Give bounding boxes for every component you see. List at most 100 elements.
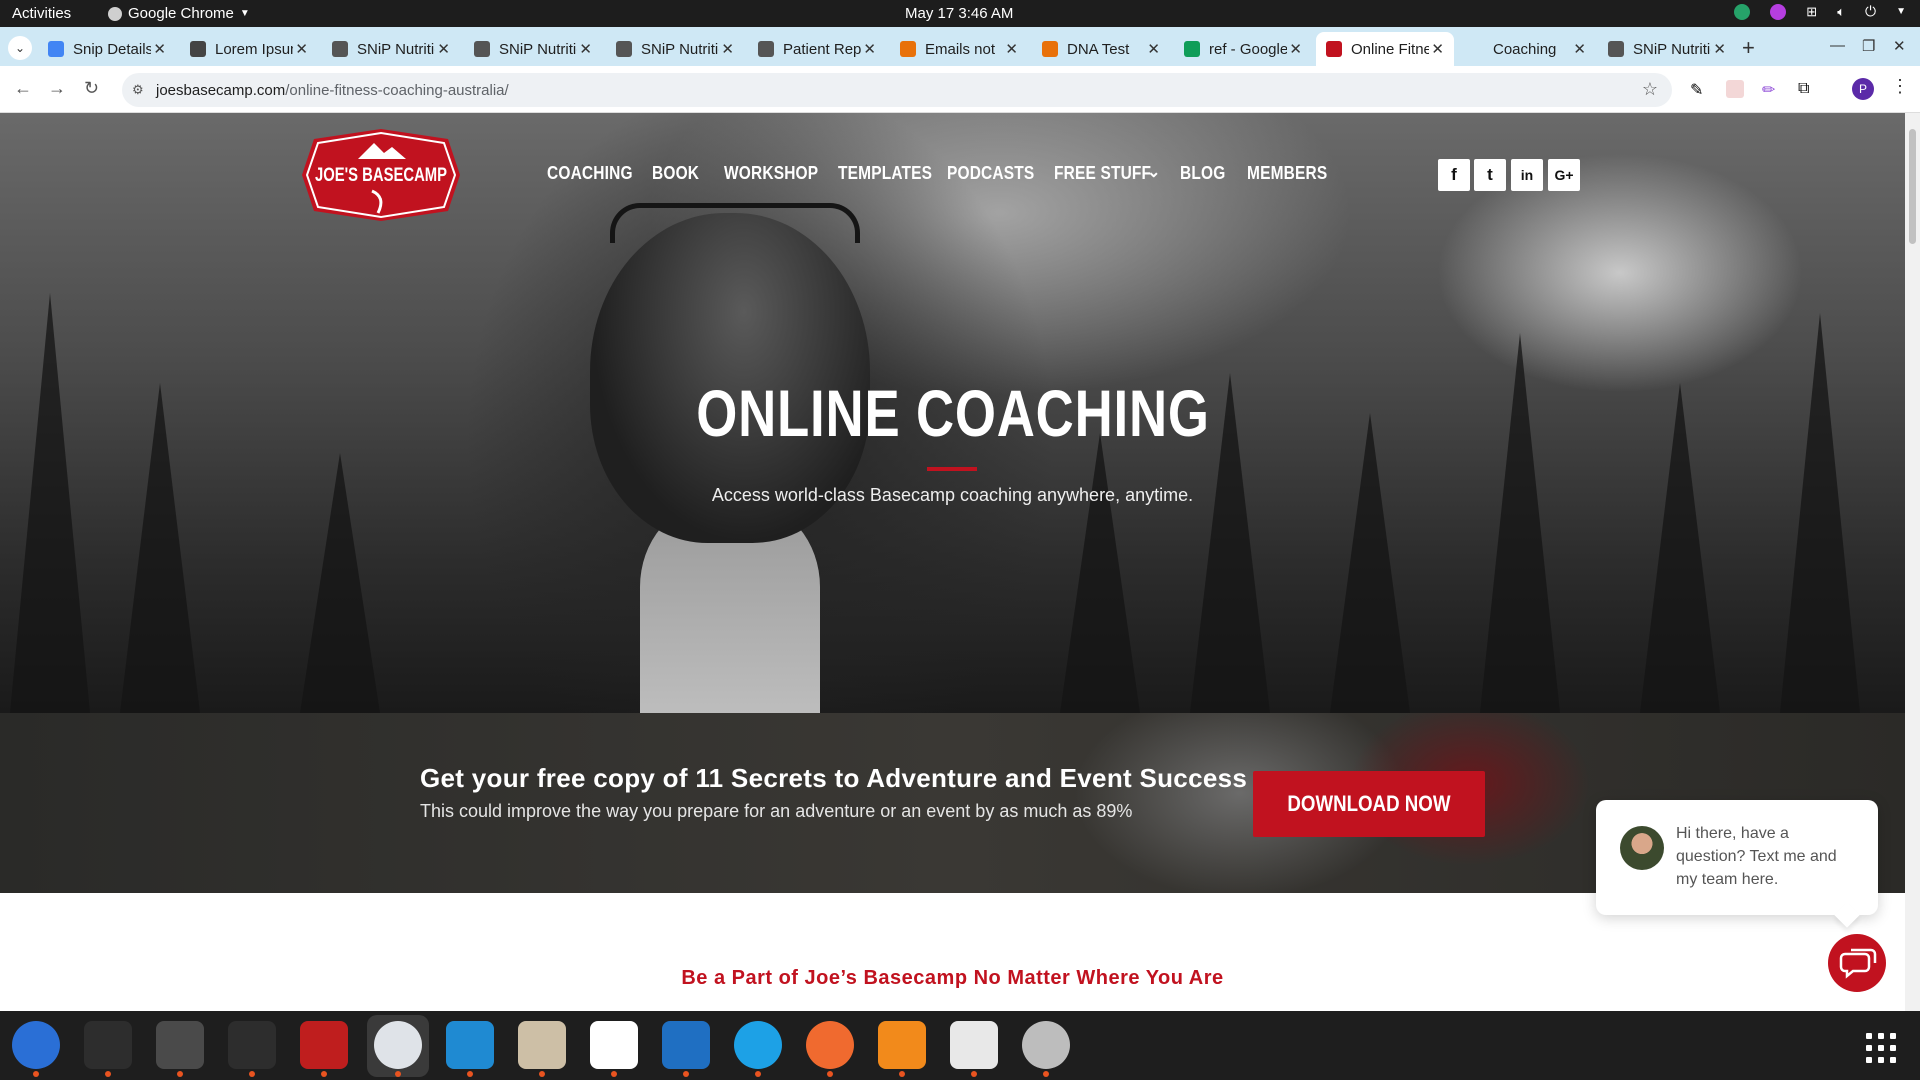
forward-arrow-icon[interactable]: → bbox=[48, 78, 66, 99]
files-icon[interactable] bbox=[518, 1021, 566, 1077]
chat-agent-avatar bbox=[1620, 826, 1664, 870]
browser-tab[interactable]: SNiP Nutrition✕ bbox=[1598, 32, 1736, 66]
tab-close-icon[interactable]: ✕ bbox=[295, 40, 308, 58]
skype-icon[interactable] bbox=[734, 1021, 782, 1077]
chat-launcher-button[interactable] bbox=[1828, 934, 1886, 992]
system-monitor-icon[interactable] bbox=[228, 1021, 276, 1077]
check-status-icon[interactable] bbox=[1734, 3, 1751, 20]
eyedropper-extension-icon[interactable]: ✎ bbox=[1690, 80, 1708, 99]
disk-icon[interactable] bbox=[1022, 1021, 1070, 1077]
google-plus-icon[interactable]: G+ bbox=[1548, 159, 1580, 191]
terminal-icon[interactable] bbox=[84, 1021, 132, 1077]
tab-favicon-icon bbox=[1326, 41, 1342, 57]
browser-tab[interactable]: Coaching ✕ bbox=[1458, 32, 1596, 66]
chrome-menu-icon[interactable]: ⋮ bbox=[1891, 76, 1909, 97]
chat-bubbles-icon bbox=[1839, 948, 1877, 979]
bookmark-star-icon[interactable]: ☆ bbox=[1642, 79, 1658, 100]
browser-tab[interactable]: DNA Test ✕ bbox=[1032, 32, 1170, 66]
new-tab-plus-icon[interactable]: + bbox=[1742, 35, 1755, 61]
calculator-icon[interactable] bbox=[156, 1021, 204, 1077]
caret-down-icon[interactable]: ▼ bbox=[1896, 6, 1906, 17]
tab-favicon-icon bbox=[1468, 41, 1484, 57]
browser-tab[interactable]: ref - Google ✕ bbox=[1174, 32, 1312, 66]
pen-extension-icon[interactable]: ✏ bbox=[1762, 80, 1780, 99]
chevron-down-icon[interactable]: ⌄ bbox=[1147, 162, 1160, 182]
browser-tab[interactable]: SNiP Nutrition✕ bbox=[322, 32, 460, 66]
tab-title: SNiP Nutrition bbox=[357, 40, 435, 58]
profile-avatar[interactable]: P bbox=[1852, 78, 1874, 100]
band-subtitle: This could improve the way you prepare f… bbox=[420, 801, 1133, 821]
tab-close-icon[interactable]: ✕ bbox=[1573, 40, 1586, 58]
browser-tab[interactable]: SNiP Nutrition✕ bbox=[464, 32, 602, 66]
calendar-extension-icon[interactable] bbox=[1726, 80, 1744, 98]
joes-basecamp-logo[interactable]: JOE'S BASECAMP bbox=[302, 129, 460, 221]
linkedin-icon[interactable]: in bbox=[1511, 159, 1543, 191]
browser-tab[interactable]: Snip Details ✕ bbox=[38, 32, 176, 66]
back-arrow-icon[interactable]: ← bbox=[14, 78, 32, 99]
tab-close-icon[interactable]: ✕ bbox=[1713, 40, 1726, 58]
nav-item-free-stuff[interactable]: FREE STUFF bbox=[1054, 163, 1151, 184]
color-app-icon[interactable] bbox=[1770, 3, 1787, 20]
scrollbar-thumb[interactable] bbox=[1909, 129, 1916, 244]
app-menu[interactable]: Google Chrome ▼ bbox=[108, 5, 250, 22]
dock bbox=[0, 1011, 1920, 1080]
tab-favicon-icon bbox=[474, 41, 490, 57]
nav-item-members[interactable]: MEMBERS bbox=[1247, 163, 1327, 184]
system-tray[interactable]: ⊞ 🔈︎ ⏻ ▼ bbox=[1734, 3, 1906, 20]
vscode-icon[interactable] bbox=[446, 1021, 494, 1077]
tab-title: DNA Test bbox=[1067, 40, 1130, 58]
clock[interactable]: May 17 3:46 AM bbox=[905, 5, 1013, 22]
tab-close-icon[interactable]: ✕ bbox=[1147, 40, 1160, 58]
close-window-icon[interactable]: ✕ bbox=[1893, 37, 1906, 55]
filezilla-icon[interactable] bbox=[300, 1021, 348, 1077]
thunderbird-icon[interactable] bbox=[12, 1021, 60, 1077]
browser-tab[interactable]: Patient Report✕ bbox=[748, 32, 886, 66]
tab-favicon-icon bbox=[48, 41, 64, 57]
chrome-icon[interactable] bbox=[374, 1021, 422, 1077]
show-apps-grid-icon[interactable] bbox=[1866, 1033, 1896, 1063]
browser-tab[interactable]: Lorem Ipsum✕ bbox=[180, 32, 318, 66]
restore-icon[interactable]: ❐ bbox=[1862, 37, 1875, 55]
browser-tab[interactable]: SNiP Nutrition✕ bbox=[606, 32, 744, 66]
tab-title: Patient Report bbox=[783, 40, 861, 58]
minimize-icon[interactable]: — bbox=[1830, 37, 1845, 54]
nav-item-workshop[interactable]: WORKSHOP bbox=[724, 163, 818, 184]
extensions-puzzle-icon[interactable]: ⧉ bbox=[1798, 80, 1816, 98]
volume-icon[interactable]: 🔈︎ bbox=[1837, 4, 1845, 20]
network-icon[interactable]: ⊞ bbox=[1806, 4, 1817, 20]
nav-item-book[interactable]: BOOK bbox=[652, 163, 699, 184]
activities-button[interactable]: Activities bbox=[12, 5, 71, 22]
text-editor-icon[interactable] bbox=[590, 1021, 638, 1077]
reload-icon[interactable]: ↻ bbox=[84, 78, 99, 99]
tab-close-icon[interactable]: ✕ bbox=[579, 40, 592, 58]
twitter-icon[interactable]: t bbox=[1474, 159, 1506, 191]
tab-close-icon[interactable]: ✕ bbox=[721, 40, 734, 58]
power-icon[interactable]: ⏻ bbox=[1865, 3, 1876, 20]
firefox-dev-icon[interactable] bbox=[878, 1021, 926, 1077]
browser-tab[interactable]: Emails not ✕ bbox=[890, 32, 1028, 66]
site-info-icon[interactable]: ⚙ bbox=[132, 82, 150, 98]
nav-item-templates[interactable]: TEMPLATES bbox=[838, 163, 932, 184]
tab-title: Emails not bbox=[925, 40, 996, 58]
download-now-button[interactable]: DOWNLOAD NOW bbox=[1253, 771, 1485, 837]
tab-title: Snip Details bbox=[73, 40, 151, 58]
tab-favicon-icon bbox=[190, 41, 206, 57]
nav-item-podcasts[interactable]: PODCASTS bbox=[947, 163, 1034, 184]
writer-icon[interactable] bbox=[662, 1021, 710, 1077]
address-bar[interactable]: ⚙ joesbasecamp.com/online-fitness-coachi… bbox=[122, 73, 1672, 107]
page-scrollbar[interactable] bbox=[1905, 113, 1920, 1011]
nav-item-blog[interactable]: BLOG bbox=[1180, 163, 1225, 184]
chat-prompt-bubble[interactable]: Hi there, have a question? Text me and m… bbox=[1596, 800, 1878, 915]
tab-close-icon[interactable]: ✕ bbox=[863, 40, 876, 58]
nav-item-coaching[interactable]: COACHING bbox=[547, 163, 633, 184]
tab-search-chevron-icon[interactable]: ⌄ bbox=[8, 36, 32, 60]
pencil-app-icon[interactable] bbox=[806, 1021, 854, 1077]
document-viewer-icon[interactable] bbox=[950, 1021, 998, 1077]
tab-close-icon[interactable]: ✕ bbox=[1005, 40, 1018, 58]
browser-tab[interactable]: Online Fitness✕ bbox=[1316, 32, 1454, 66]
tab-close-icon[interactable]: ✕ bbox=[1431, 40, 1444, 58]
facebook-icon[interactable]: f bbox=[1438, 159, 1470, 191]
tab-close-icon[interactable]: ✕ bbox=[437, 40, 450, 58]
tab-close-icon[interactable]: ✕ bbox=[153, 40, 166, 58]
tab-close-icon[interactable]: ✕ bbox=[1289, 40, 1302, 58]
